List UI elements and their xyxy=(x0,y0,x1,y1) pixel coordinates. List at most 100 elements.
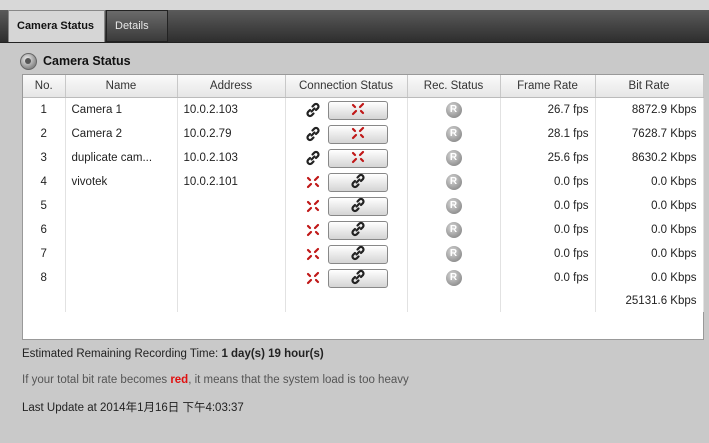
cell-no: 1 xyxy=(23,97,66,122)
record-status-icon: R xyxy=(445,150,462,166)
broken-link-icon xyxy=(305,198,322,215)
cell-address xyxy=(177,218,286,242)
disconnect-button[interactable] xyxy=(327,100,388,120)
cell-name xyxy=(65,218,178,242)
warning-suffix: , it means that the system load is too h… xyxy=(188,374,409,386)
broken-link-icon xyxy=(350,125,366,144)
camera-icon xyxy=(20,52,37,70)
table-row: 4 vivotek 10.0.2.101 R 0.0 fps 0.0 Kbps xyxy=(23,170,704,194)
link-icon xyxy=(350,245,366,264)
table-row: 8 R 0.0 fps 0.0 Kbps xyxy=(23,266,704,290)
table-header-row: No. Name Address Connection Status Rec. … xyxy=(23,75,704,98)
record-status-icon: R xyxy=(445,246,462,262)
cell-bit-rate: 8872.9 Kbps xyxy=(595,97,704,122)
cell-connection xyxy=(285,122,408,146)
cell-connection xyxy=(285,170,408,194)
connect-button[interactable] xyxy=(327,220,388,240)
cell-connection xyxy=(285,242,408,266)
load-warning: If your total bit rate becomes red, it m… xyxy=(22,374,409,386)
broken-link-icon xyxy=(305,270,322,287)
cell-frame-rate: 0.0 fps xyxy=(500,194,596,218)
link-icon xyxy=(350,221,366,240)
broken-link-icon xyxy=(305,174,322,191)
table-row: 1 Camera 1 10.0.2.103 R 26.7 fps 8872.9 Kbps xyxy=(23,97,704,122)
cell-name xyxy=(65,242,178,266)
col-header-bit-rate: Bit Rate xyxy=(595,75,704,98)
table-row: 2 Camera 2 10.0.2.79 R 28.1 fps 7628.7 Kbps xyxy=(23,122,704,146)
cell-rec-status: R xyxy=(407,218,501,242)
col-header-address: Address xyxy=(177,75,286,98)
cell-frame-rate: 0.0 fps xyxy=(500,266,596,290)
broken-link-icon xyxy=(350,149,366,168)
broken-link-icon xyxy=(305,222,322,239)
cell-rec-status: R xyxy=(407,242,501,266)
remaining-time-label: Estimated Remaining Recording Time: xyxy=(22,348,219,360)
col-header-no: No. xyxy=(23,75,66,98)
warning-red-word: red xyxy=(170,374,189,386)
cell-rec-status: R xyxy=(407,146,501,170)
cell-frame-rate: 0.0 fps xyxy=(500,242,596,266)
cell-address xyxy=(177,194,286,218)
cell-frame-rate: 0.0 fps xyxy=(500,218,596,242)
record-status-icon: R xyxy=(445,174,462,190)
tab-details[interactable]: Details xyxy=(106,10,168,42)
cell-bit-rate: 0.0 Kbps xyxy=(595,218,704,242)
cell-frame-rate: 26.7 fps xyxy=(500,97,596,122)
cell-connection xyxy=(285,266,408,290)
cell-rec-status: R xyxy=(407,122,501,146)
col-header-frame-rate: Frame Rate xyxy=(500,75,596,98)
total-bit-rate: 25131.6 Kbps xyxy=(595,290,704,312)
section-header: Camera Status xyxy=(20,52,131,70)
table-row: 6 R 0.0 fps 0.0 Kbps xyxy=(23,218,704,242)
link-icon xyxy=(305,126,322,143)
link-icon xyxy=(305,150,322,167)
record-status-icon: R xyxy=(445,102,462,118)
cell-rec-status: R xyxy=(407,266,501,290)
cell-connection xyxy=(285,97,408,122)
table-row: 3 duplicate cam... 10.0.2.103 R 25.6 fps 8630… xyxy=(23,146,704,170)
cell-no: 8 xyxy=(23,266,66,290)
cell-name xyxy=(65,194,178,218)
col-header-rec-status: Rec. Status xyxy=(407,75,501,98)
tab-bar: Camera Status Details xyxy=(0,0,709,43)
connect-button[interactable] xyxy=(327,172,388,192)
cell-no: 7 xyxy=(23,242,66,266)
record-status-icon: R xyxy=(445,126,462,142)
col-header-connection-status: Connection Status xyxy=(285,75,408,98)
connect-button[interactable] xyxy=(327,268,388,288)
table-row: 7 R 0.0 fps 0.0 Kbps xyxy=(23,242,704,266)
cell-address: 10.0.2.103 xyxy=(177,97,286,122)
cell-name: Camera 1 xyxy=(65,97,178,122)
cell-bit-rate: 0.0 Kbps xyxy=(595,266,704,290)
cell-address xyxy=(177,266,286,290)
link-icon xyxy=(350,197,366,216)
cell-address: 10.0.2.103 xyxy=(177,146,286,170)
cell-name xyxy=(65,266,178,290)
table-row: 5 R 0.0 fps 0.0 Kbps xyxy=(23,194,704,218)
cell-address xyxy=(177,242,286,266)
cell-no: 3 xyxy=(23,146,66,170)
link-icon xyxy=(350,269,366,288)
cell-bit-rate: 7628.7 Kbps xyxy=(595,122,704,146)
cell-name: duplicate cam... xyxy=(65,146,178,170)
cell-address: 10.0.2.79 xyxy=(177,122,286,146)
connect-button[interactable] xyxy=(327,196,388,216)
broken-link-icon xyxy=(350,101,366,120)
cell-address: 10.0.2.101 xyxy=(177,170,286,194)
cell-no: 5 xyxy=(23,194,66,218)
record-status-icon: R xyxy=(445,270,462,286)
remaining-time-value: 1 day(s) 19 hour(s) xyxy=(221,348,324,360)
tab-camera-status[interactable]: Camera Status xyxy=(8,10,105,42)
record-status-icon: R xyxy=(445,222,462,238)
cell-bit-rate: 0.0 Kbps xyxy=(595,170,704,194)
disconnect-button[interactable] xyxy=(327,148,388,168)
cell-name: Camera 2 xyxy=(65,122,178,146)
cell-connection xyxy=(285,146,408,170)
connect-button[interactable] xyxy=(327,244,388,264)
link-icon xyxy=(305,102,322,119)
disconnect-button[interactable] xyxy=(327,124,388,144)
cell-bit-rate: 0.0 Kbps xyxy=(595,242,704,266)
cell-rec-status: R xyxy=(407,170,501,194)
cell-frame-rate: 0.0 fps xyxy=(500,170,596,194)
total-row: 25131.6 Kbps xyxy=(23,290,704,312)
